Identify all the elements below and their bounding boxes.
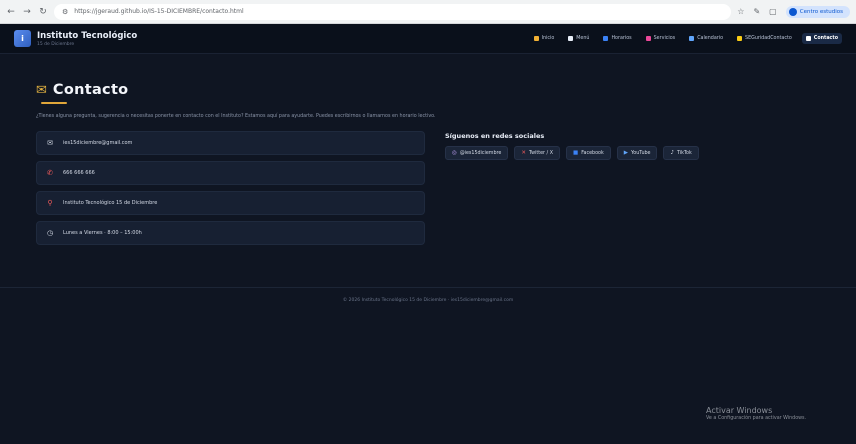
address-bar[interactable]: ⚙ https://jgeraud.github.io/IS-15-DICIEM… xyxy=(54,3,732,20)
watermark-subtitle: Ve a Configuración para activar Windows. xyxy=(706,416,807,421)
brand[interactable]: i Instituto Tecnológico 15 de Diciembre xyxy=(14,30,137,47)
profile-button[interactable]: Centro estudios xyxy=(785,5,850,18)
site-info-icon[interactable]: ⚙ xyxy=(62,8,68,16)
intro-text: ¿Tienes alguna pregunta, sugerencia o ne… xyxy=(36,114,436,119)
social-label: @ies15diciembre xyxy=(459,150,502,156)
social-heading: Síguenos en redes sociales xyxy=(445,132,545,140)
profile-label: Centro estudios xyxy=(799,8,843,15)
social-button-instagram[interactable]: ◎ @ies15diciembre xyxy=(445,146,509,160)
footer-divider xyxy=(0,287,856,288)
contact-list: ✉ ies15diciembre@gmail.com ✆ 666 666 666 ⚲ In… xyxy=(36,131,425,245)
nav-item-contacto[interactable]: Contacto xyxy=(801,33,842,44)
nav-label: Inicio xyxy=(541,36,555,41)
nav-bullet-icon xyxy=(689,36,695,41)
social-label: YouTube xyxy=(630,150,651,156)
youtube-icon: ▶ xyxy=(623,150,628,156)
social-label: TikTok xyxy=(677,150,692,156)
phone-icon: ✆ xyxy=(47,169,53,177)
page-title: Contacto xyxy=(52,82,129,98)
nav-bullet-icon xyxy=(737,36,743,41)
instagram-icon: ◎ xyxy=(452,150,457,156)
main-content: ✉ Contacto ¿Tienes alguna pregunta, suge… xyxy=(0,82,856,245)
nav-bullet-icon xyxy=(645,36,651,41)
brand-title: Instituto Tecnológico xyxy=(37,30,138,41)
contact-text: Lunes a Viernes · 8:00 – 15:00h xyxy=(63,230,142,236)
contact-text: ies15diciembre@gmail.com xyxy=(63,140,133,146)
social-button-tiktok[interactable]: ♪ TikTok xyxy=(663,146,699,160)
tiktok-icon: ♪ xyxy=(670,150,674,156)
nav-item-horarios[interactable]: Horarios xyxy=(599,33,635,44)
nav-label: Calendario xyxy=(697,36,724,41)
social-label: Facebook xyxy=(581,150,604,156)
twitter-icon: ✕ xyxy=(521,150,526,156)
browser-toolbar: ← → ↻ ⚙ https://jgeraud.github.io/IS-15-… xyxy=(0,0,856,24)
brand-subtitle: 15 de Diciembre xyxy=(37,41,75,47)
contact-card[interactable]: ✆ 666 666 666 xyxy=(36,161,425,185)
social-button-youtube[interactable]: ▶ YouTube xyxy=(616,146,658,160)
nav-item-servicios[interactable]: Servicios xyxy=(642,33,680,44)
social-button-twitter[interactable]: ✕ Twitter / X xyxy=(514,146,560,160)
nav-item-men-[interactable]: Menú xyxy=(564,33,593,44)
contact-text: 666 666 666 xyxy=(63,170,95,176)
nav-label: SEGuridadContacto xyxy=(745,36,792,41)
tab-icon[interactable]: ▢ xyxy=(769,7,777,16)
logo-icon: i xyxy=(14,30,31,47)
social-buttons: ◎ @ies15diciembre ✕ Twitter / X ■ Facebook ▶ Yo… xyxy=(445,146,820,160)
page-title-row: ✉ Contacto xyxy=(36,82,820,98)
reload-icon[interactable]: ↻ xyxy=(38,7,48,17)
facebook-icon: ■ xyxy=(572,150,579,156)
profile-avatar-icon xyxy=(788,7,797,16)
nav-bullet-icon xyxy=(533,36,539,41)
mail-icon: ✉ xyxy=(47,139,53,147)
contact-card[interactable]: ✉ ies15diciembre@gmail.com xyxy=(36,131,425,155)
social-label: Twitter / X xyxy=(528,150,553,156)
nav-label: Horarios xyxy=(611,36,632,41)
contact-card[interactable]: ⚲ Instituto Tecnológico 15 de Diciembre xyxy=(36,191,425,215)
watermark-title: Activar Windows xyxy=(706,406,773,415)
nav-bullet-icon xyxy=(603,36,609,41)
title-underline xyxy=(41,102,67,104)
nav-bullet-icon xyxy=(568,36,574,41)
site-header: i Instituto Tecnológico 15 de Diciembre … xyxy=(0,24,856,54)
social-section: Síguenos en redes sociales ◎ @ies15diciem… xyxy=(445,131,820,245)
url-text: https://jgeraud.github.io/IS-15-DICIEMBR… xyxy=(74,8,244,15)
nav-bullet-icon xyxy=(805,36,811,41)
nav-item-calendario[interactable]: Calendario xyxy=(685,33,727,44)
contact-card[interactable]: ◷ Lunes a Viernes · 8:00 – 15:00h xyxy=(36,221,425,245)
location-pin-icon: ⚲ xyxy=(47,199,53,207)
main-nav: Inicio Menú Horarios Servicios Calendario SEG… xyxy=(530,33,842,44)
back-icon[interactable]: ← xyxy=(6,7,16,17)
bookmark-star-icon[interactable]: ☆ xyxy=(737,7,744,16)
extensions-icon[interactable]: ✎ xyxy=(753,7,760,16)
clock-icon: ◷ xyxy=(46,229,54,237)
mailbox-icon: ✉ xyxy=(36,82,47,98)
nav-label: Menú xyxy=(576,36,590,41)
nav-label: Servicios xyxy=(653,36,676,41)
windows-activation-watermark: Activar Windows Ve a Configuración para … xyxy=(706,406,806,421)
nav-item-seguridadcontacto[interactable]: SEGuridadContacto xyxy=(733,33,796,44)
nav-label: Contacto xyxy=(813,36,838,41)
footer-text: © 2026 Instituto Tecnológico 15 de Dicie… xyxy=(342,298,514,303)
nav-item-inicio[interactable]: Inicio xyxy=(530,33,559,44)
forward-icon[interactable]: → xyxy=(22,7,32,17)
social-button-facebook[interactable]: ■ Facebook xyxy=(565,146,611,160)
contact-text: Instituto Tecnológico 15 de Diciembre xyxy=(63,200,158,206)
